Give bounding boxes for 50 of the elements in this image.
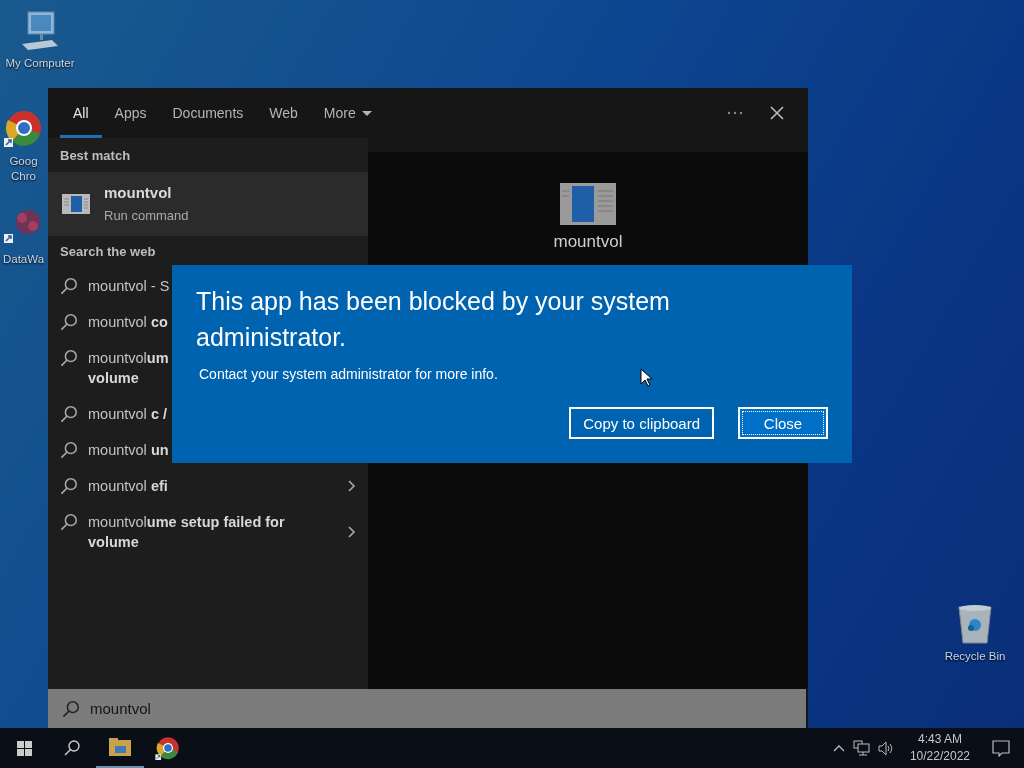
cursor-icon [640, 368, 653, 387]
search-icon[interactable] [64, 740, 80, 756]
icon-label: Goog Chro [9, 154, 38, 184]
app-icon [560, 183, 616, 225]
dialog-title: This app has been blocked by your system administrator. [196, 286, 671, 353]
search-icon [60, 441, 78, 459]
search-suggestion[interactable]: mountvol co [88, 312, 168, 332]
tab[interactable]: Documents [159, 88, 257, 138]
search-icon [60, 313, 78, 331]
dialog-button[interactable]: Close [738, 407, 828, 439]
icon-label: DataWa [2, 252, 45, 267]
preview-title: mountvol [553, 232, 623, 252]
search-suggestion[interactable]: mountvolum volume [88, 348, 169, 388]
search-icon [60, 513, 78, 531]
windows-logo-icon[interactable] [16, 740, 32, 756]
search-icon [60, 405, 78, 423]
notification-icon[interactable] [992, 739, 1010, 757]
search-suggestion[interactable]: mountvolume setup failed for volume [88, 512, 285, 552]
more-options-icon[interactable] [727, 111, 743, 115]
tab[interactable]: Apps [101, 88, 160, 138]
search-suggestion[interactable]: mountvol - S [88, 276, 170, 296]
app-icon [62, 194, 90, 214]
chevron-right-icon[interactable] [348, 480, 356, 492]
section-heading: Best match [59, 147, 132, 165]
tab[interactable]: Web [256, 88, 311, 138]
search-suggestion[interactable]: mountvol un [88, 440, 169, 460]
clock-date[interactable]: 10/22/2022 [909, 748, 970, 765]
search-icon [62, 699, 80, 718]
search-field[interactable]: mountvol [90, 696, 792, 721]
dialog-button[interactable]: Copy to clipboard [569, 407, 714, 439]
clock-time[interactable]: 4:43 AM [917, 731, 962, 748]
dialog-message: Contact your system administrator for more info. [199, 365, 498, 383]
tab[interactable]: More [310, 88, 385, 138]
search-suggestion[interactable]: mountvol c / [88, 404, 167, 424]
folder-icon[interactable] [109, 738, 131, 756]
close-icon[interactable] [770, 106, 784, 120]
network-icon[interactable] [852, 740, 870, 756]
icon-label: Recycle Bin [944, 649, 1006, 664]
chevron-up-icon[interactable] [832, 744, 845, 752]
section-heading: Search the web [59, 243, 157, 261]
search-icon [60, 477, 78, 495]
speaker-icon[interactable] [877, 740, 894, 756]
search-icon [60, 277, 78, 295]
search-box[interactable]: mountvol [48, 689, 806, 728]
search-suggestion[interactable]: mountvol efi [88, 476, 168, 496]
browser-icon[interactable] [155, 736, 181, 760]
chevron-right-icon[interactable] [348, 526, 356, 538]
icon-label: My Computer [5, 56, 75, 71]
search-icon [60, 349, 78, 367]
best-match-item[interactable]: mountvol Run command [48, 172, 368, 236]
